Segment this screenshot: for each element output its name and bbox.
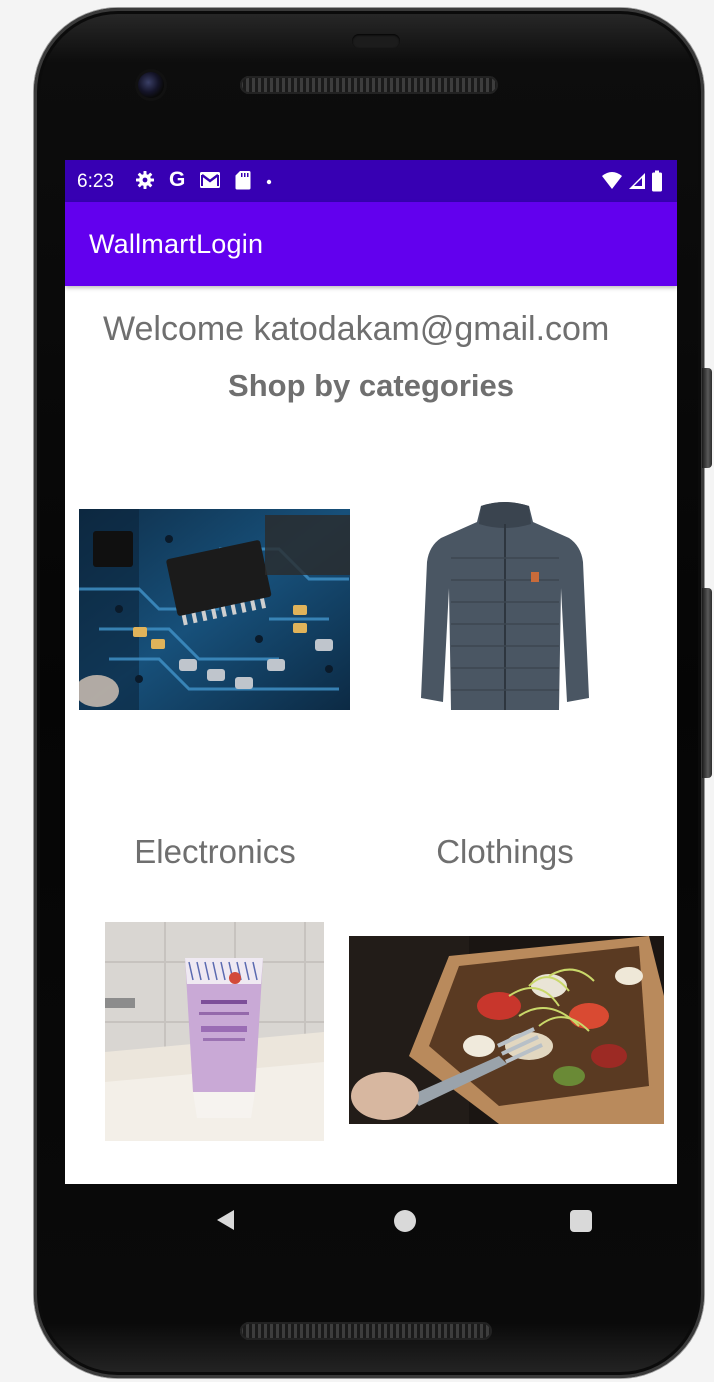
power-button[interactable] xyxy=(702,368,712,468)
top-notch xyxy=(352,34,400,48)
app-bar: WallmartLogin xyxy=(65,202,677,286)
status-time: 6:23 xyxy=(77,171,114,192)
dot-icon xyxy=(265,170,273,190)
jacket-image xyxy=(419,498,591,720)
category-tile-food[interactable] xyxy=(349,936,664,1124)
phone-frame: 6:23 G WallmartLogin Welcome katodakam@g… xyxy=(34,8,712,1378)
sd-card-icon xyxy=(235,170,251,190)
google-icon: G xyxy=(169,168,186,191)
circuit-board-image xyxy=(79,509,350,710)
top-speaker xyxy=(240,76,498,94)
category-tile-electronics[interactable] xyxy=(79,509,350,710)
stage: 6:23 G WallmartLogin Welcome katodakam@g… xyxy=(0,0,714,1382)
gmail-icon xyxy=(199,170,221,190)
status-right-icons xyxy=(601,170,663,192)
status-bar: 6:23 G xyxy=(65,160,677,202)
category-tile-clothings[interactable] xyxy=(419,498,591,720)
section-title: Shop by categories xyxy=(228,368,514,403)
category-label-clothings[interactable]: Clothings xyxy=(395,833,615,871)
volume-rocker[interactable] xyxy=(702,588,712,778)
category-label-electronics[interactable]: Electronics xyxy=(95,833,335,871)
battery-icon xyxy=(651,170,663,192)
screen: 6:23 G WallmartLogin Welcome katodakam@g… xyxy=(65,160,677,1184)
category-tile-beauty[interactable] xyxy=(105,922,324,1141)
recents-icon[interactable] xyxy=(570,1210,592,1232)
bottom-speaker xyxy=(240,1322,492,1340)
lotion-tube-image xyxy=(105,922,324,1141)
status-left-icons: G xyxy=(135,168,273,192)
home-icon[interactable] xyxy=(394,1210,416,1232)
welcome-text: Welcome katodakam@gmail.com xyxy=(103,310,610,348)
signal-icon xyxy=(627,171,647,191)
front-camera xyxy=(138,72,164,98)
wifi-icon xyxy=(601,171,623,191)
gear-icon xyxy=(135,170,155,190)
back-icon[interactable] xyxy=(214,1208,238,1237)
app-title: WallmartLogin xyxy=(89,229,264,259)
salad-box-image xyxy=(349,936,664,1124)
